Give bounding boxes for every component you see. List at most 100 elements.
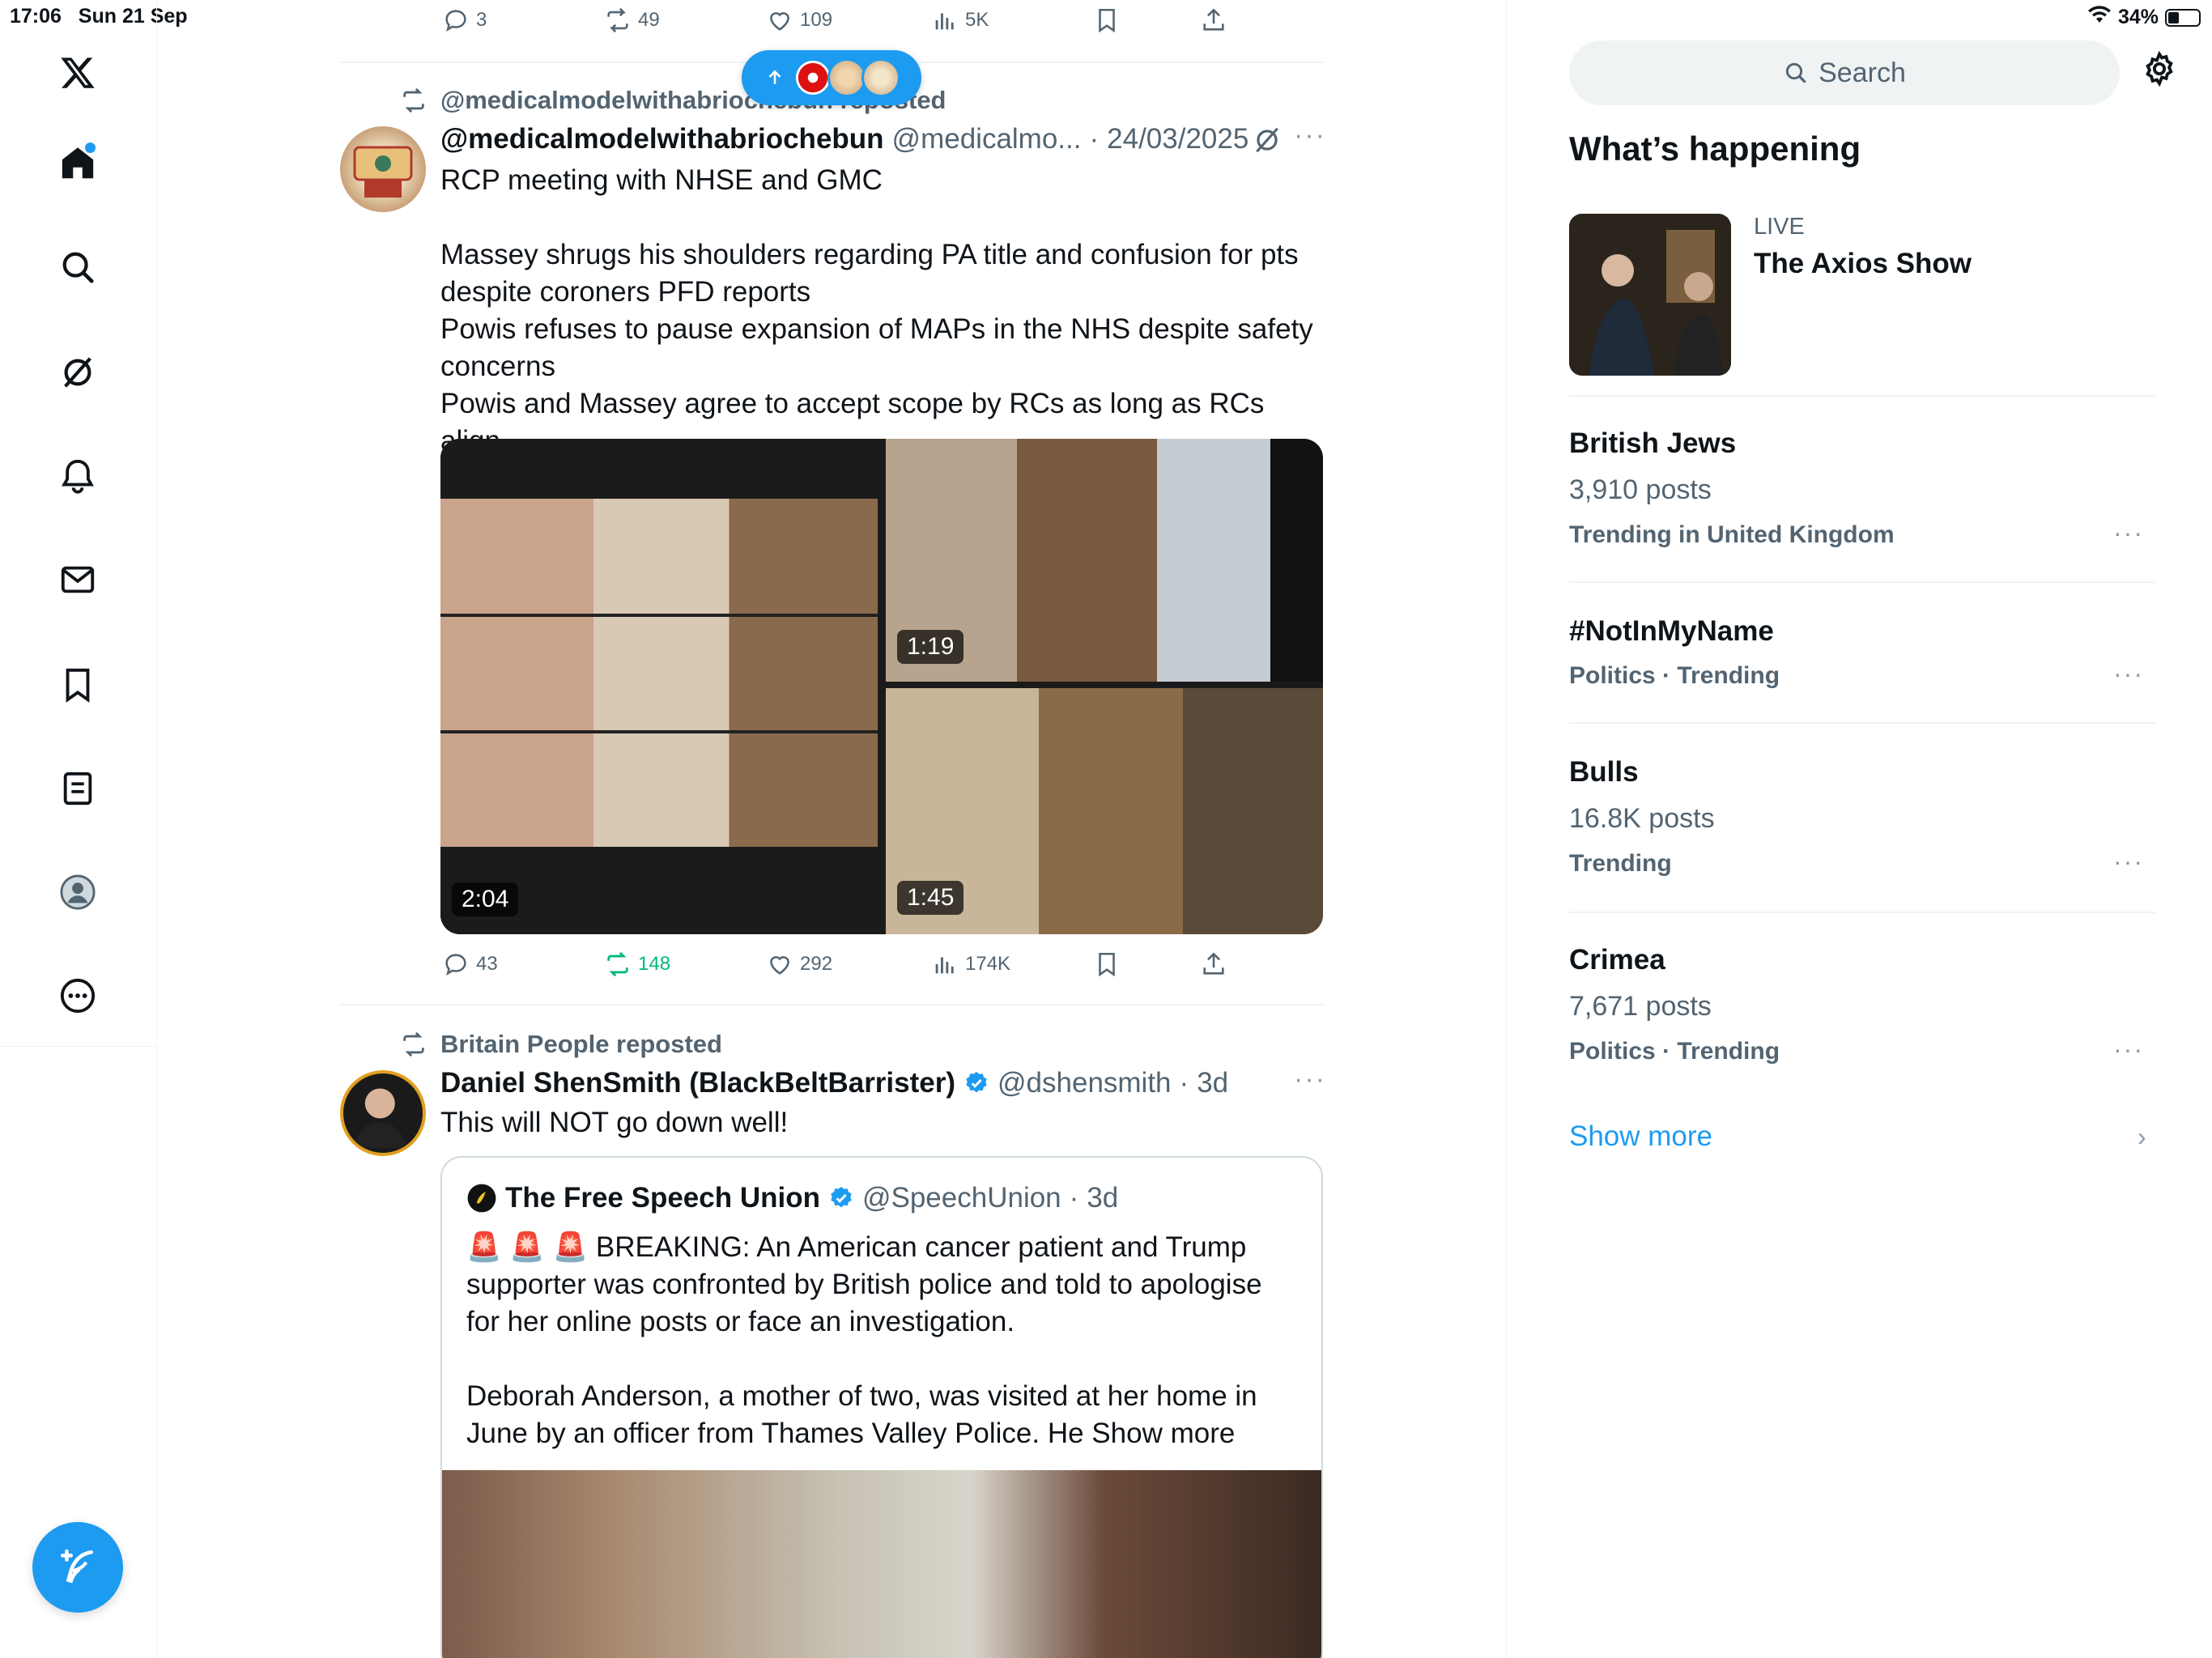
trend-title: British Jews	[1569, 427, 1737, 459]
grok-icon[interactable]	[53, 348, 102, 397]
profile-icon[interactable]	[53, 868, 102, 916]
avatar	[861, 58, 900, 97]
video-duration: 1:19	[897, 630, 964, 664]
avatar[interactable]	[340, 1070, 426, 1156]
quote-author-name: The Free Speech Union	[505, 1182, 820, 1214]
trend-separator	[1569, 912, 2155, 913]
separator-dot: ·	[1069, 1182, 1079, 1214]
quote-header: The Free Speech Union @SpeechUnion · 3d	[466, 1182, 1118, 1214]
repost-button[interactable]: 148	[604, 950, 670, 978]
video-frame	[440, 499, 878, 847]
grid-line	[440, 730, 878, 733]
battery-percent: 34%	[2117, 6, 2159, 28]
repost-count: 148	[638, 953, 671, 975]
live-thumbnail[interactable]	[1569, 214, 1731, 376]
prev-tweet-actions: 3 49 109 5K	[442, 6, 1325, 39]
quote-time: 3d	[1087, 1182, 1119, 1214]
more-icon[interactable]	[53, 971, 102, 1020]
compose-button[interactable]	[32, 1522, 123, 1613]
tweet-separator	[338, 1004, 1325, 1005]
tweet-date[interactable]: 24/03/2025	[1107, 123, 1249, 155]
show-more-link[interactable]: Show more	[1569, 1120, 1712, 1153]
search-icon	[1785, 62, 1806, 83]
video-thumbnail[interactable]: 1:19	[886, 439, 1323, 682]
trend-title: Crimea	[1569, 944, 1665, 976]
author-handle[interactable]: @medicalmo...	[892, 123, 1082, 155]
avatar[interactable]	[340, 126, 426, 212]
like-count: 109	[800, 9, 833, 31]
video-thumbnail[interactable]: 1:45	[886, 688, 1323, 934]
tweet-header: @medicalmodelwithabriochebun @medicalmo.…	[440, 123, 1249, 155]
bookmark-button[interactable]	[1093, 950, 1121, 978]
new-content-dot	[85, 142, 96, 153]
views-count: 174K	[965, 953, 1011, 975]
grid-line	[440, 614, 878, 617]
more-options-icon[interactable]: ···	[2113, 847, 2144, 877]
battery-icon	[2165, 8, 2201, 27]
more-options-icon[interactable]: ···	[2113, 518, 2144, 548]
messages-icon[interactable]	[53, 555, 102, 604]
settings-gear-icon[interactable]	[2141, 50, 2186, 96]
quote-image[interactable]	[442, 1470, 1321, 1658]
repost-icon	[607, 951, 628, 977]
nav-divider	[0, 1046, 157, 1047]
notifications-icon[interactable]	[53, 452, 102, 500]
bookmark-button[interactable]	[1093, 6, 1121, 34]
reply-button[interactable]: 43	[442, 950, 498, 978]
reply-icon	[445, 10, 466, 32]
like-button[interactable]: 292	[766, 950, 832, 978]
quoted-tweet[interactable]: The Free Speech Union @SpeechUnion · 3d …	[440, 1156, 1323, 1658]
search-icon[interactable]	[53, 243, 102, 291]
more-options-icon[interactable]: ···	[1294, 120, 1326, 151]
views-count: 5K	[965, 9, 989, 31]
repost-attribution[interactable]: Britain People reposted	[400, 1030, 722, 1059]
trend-separator	[1569, 722, 2155, 724]
tweet-actions: 43 148 292 174K	[442, 950, 1325, 983]
video-thumbnail[interactable]: 2:04	[440, 439, 878, 934]
trend-post-count: 16.8K posts	[1569, 803, 1715, 834]
trend-meta: Politics · Trending	[1569, 1038, 1780, 1065]
separator-dot: ·	[1179, 1067, 1189, 1099]
views-button[interactable]: 174K	[931, 950, 1010, 978]
reply-button[interactable]: 3	[442, 6, 487, 34]
live-title[interactable]: The Axios Show	[1754, 248, 1972, 280]
repost-icon	[403, 87, 424, 113]
arrow-up-icon	[768, 70, 781, 84]
section-title: What’s happening	[1569, 130, 1861, 168]
trend-title: #NotInMyName	[1569, 615, 1774, 647]
quote-author-handle: @SpeechUnion	[861, 1182, 1061, 1214]
new-posts-pill[interactable]	[742, 50, 921, 105]
video-grid: 2:04 1:19 1:45	[440, 439, 1323, 934]
bookmarks-icon[interactable]	[53, 661, 102, 709]
author-name[interactable]: Daniel ShenSmith (BlackBeltBarrister)	[440, 1067, 955, 1099]
author-name[interactable]: @medicalmodelwithabriochebun	[440, 123, 884, 155]
x-logo-icon[interactable]	[53, 49, 102, 97]
tweet-text: RCP meeting with NHSE and GMC Massey shr…	[440, 164, 1313, 457]
views-icon	[935, 13, 954, 30]
more-options-icon[interactable]: ···	[2113, 1035, 2144, 1065]
trend-separator	[1569, 395, 2155, 397]
trend-post-count: 3,910 posts	[1569, 474, 1712, 505]
chevron-right-icon[interactable]: ›	[2138, 1122, 2146, 1152]
repost-icon	[607, 7, 628, 33]
like-button[interactable]: 109	[766, 6, 832, 34]
tweet-time[interactable]: 3d	[1197, 1067, 1228, 1099]
lists-icon[interactable]	[53, 764, 102, 813]
repost-by-label: Britain People reposted	[440, 1030, 722, 1058]
share-button[interactable]	[1200, 6, 1227, 34]
grok-icon[interactable]	[1252, 125, 1284, 157]
more-options-icon[interactable]: ···	[1294, 1064, 1326, 1095]
more-options-icon[interactable]: ···	[2113, 659, 2144, 689]
verified-badge-icon	[966, 1072, 987, 1093]
status-indicators: 34%	[2087, 5, 2201, 30]
separator-dot: ·	[1089, 123, 1100, 155]
search-input[interactable]: Search	[1569, 40, 2120, 105]
author-handle[interactable]: @dshensmith	[998, 1067, 1172, 1099]
share-icon	[1203, 8, 1224, 31]
avatar	[827, 58, 866, 97]
views-icon	[935, 957, 954, 974]
home-icon[interactable]	[53, 139, 102, 188]
repost-button[interactable]: 49	[604, 6, 660, 34]
share-button[interactable]	[1200, 950, 1227, 978]
views-button[interactable]: 5K	[931, 6, 989, 34]
